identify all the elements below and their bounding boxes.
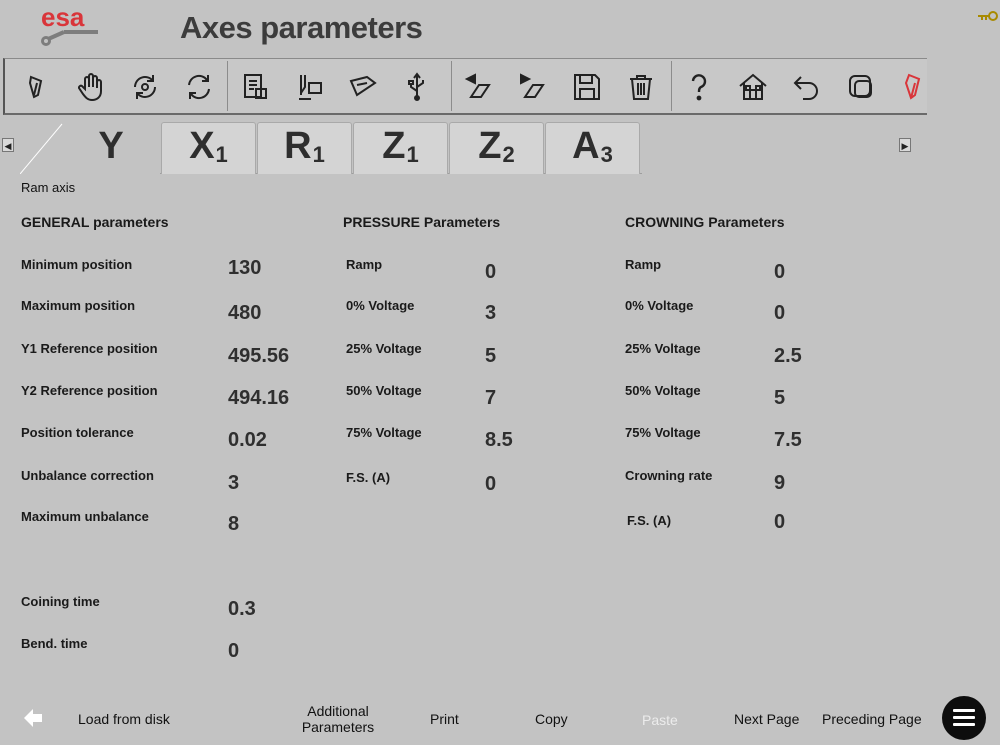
tab-x1[interactable]: X1 <box>161 122 256 174</box>
param-label: 75% Voltage <box>625 425 701 440</box>
param-value[interactable]: 7.5 <box>774 429 802 452</box>
undo-icon[interactable] <box>787 67 827 107</box>
param-value[interactable]: 130 <box>228 257 261 280</box>
back-gauge-left-icon[interactable] <box>459 67 499 107</box>
refresh-icon[interactable] <box>125 67 165 107</box>
param-value[interactable]: 494.16 <box>228 387 289 410</box>
param-value[interactable]: 8.5 <box>485 429 513 452</box>
general-header: GENERAL parameters <box>21 214 169 230</box>
param-label: 75% Voltage <box>346 425 422 440</box>
menu-line <box>953 723 975 726</box>
param-value[interactable]: 495.56 <box>228 345 289 368</box>
machine-load-icon[interactable] <box>289 67 329 107</box>
param-value[interactable]: 7 <box>485 387 496 410</box>
param-label: 0% Voltage <box>625 298 694 313</box>
delete-icon[interactable] <box>621 67 661 107</box>
back-gauge-right-icon[interactable] <box>513 67 553 107</box>
param-label: 25% Voltage <box>346 341 422 356</box>
param-label: Bend. time <box>21 636 88 651</box>
param-value[interactable]: 480 <box>228 302 261 325</box>
param-value[interactable]: 3 <box>485 302 496 325</box>
param-label: 0% Voltage <box>346 298 415 313</box>
main-menu-button[interactable] <box>942 696 986 740</box>
tab-z2[interactable]: Z2 <box>449 122 544 174</box>
param-label: Ramp <box>625 257 662 272</box>
tab-y[interactable]: Y <box>62 122 160 174</box>
page-title: Axes parameters <box>180 10 423 45</box>
rotate-icon[interactable] <box>179 67 219 107</box>
print-button[interactable]: Print <box>430 711 459 727</box>
param-value[interactable]: 0 <box>774 302 785 325</box>
param-label: Minimum position <box>21 257 133 272</box>
tab-a3[interactable]: A3 <box>545 122 640 174</box>
param-value[interactable]: 0 <box>485 473 496 496</box>
crowning-header: CROWNING Parameters <box>625 214 785 230</box>
param-value[interactable]: 0.02 <box>228 429 267 452</box>
param-value[interactable]: 5 <box>485 345 496 368</box>
copy-button[interactable]: Copy <box>535 711 568 727</box>
param-label: Coining time <box>21 594 100 609</box>
hand-icon[interactable] <box>71 67 111 107</box>
back-arrow-icon[interactable] <box>22 707 44 729</box>
tab-z1[interactable]: Z1 <box>353 122 448 174</box>
param-value[interactable]: 2.5 <box>774 345 802 368</box>
param-value[interactable]: 0 <box>774 261 785 284</box>
param-value[interactable]: 0.3 <box>228 598 256 621</box>
param-value[interactable]: 0 <box>228 640 239 663</box>
pointer-icon[interactable] <box>17 67 57 107</box>
toolbar <box>3 58 927 115</box>
param-value[interactable]: 8 <box>228 513 239 536</box>
press-brake-icon[interactable] <box>343 67 383 107</box>
param-label: Maximum unbalance <box>21 509 149 524</box>
tab-scroll-right-button[interactable]: ▶ <box>899 138 911 152</box>
param-label: Y2 Reference position <box>21 383 158 398</box>
param-label: F.S. (A) <box>627 513 672 528</box>
param-value[interactable]: 5 <box>774 387 785 410</box>
tab-scroll-left-button[interactable]: ◀ <box>2 138 14 152</box>
param-value[interactable]: 3 <box>228 472 239 495</box>
paste-button[interactable]: Paste <box>642 712 678 728</box>
save-icon[interactable] <box>567 67 607 107</box>
home-icon[interactable] <box>733 67 773 107</box>
param-label: 50% Voltage <box>346 383 422 398</box>
pen-icon[interactable] <box>893 67 933 107</box>
param-value[interactable]: 0 <box>485 261 496 284</box>
param-value[interactable]: 9 <box>774 472 785 495</box>
axis-tab-bar: ◀ Y X1 R1 Z1 Z2 A3 ▶ <box>0 120 925 174</box>
menu-line <box>953 716 975 719</box>
param-label: 50% Voltage <box>625 383 701 398</box>
document-list-icon[interactable] <box>235 67 275 107</box>
menu-line <box>953 709 975 712</box>
param-label: Unbalance correction <box>21 468 154 483</box>
param-value[interactable]: 0 <box>774 511 785 534</box>
brand-name: esa <box>41 4 85 32</box>
preceding-page-button[interactable]: Preceding Page <box>822 711 922 727</box>
param-label: F.S. (A) <box>346 470 391 485</box>
load-from-disk-button[interactable]: Load from disk <box>78 711 170 727</box>
key-icon <box>978 11 998 21</box>
usb-icon[interactable] <box>397 67 437 107</box>
param-label: Maximum position <box>21 298 136 313</box>
next-page-button[interactable]: Next Page <box>734 711 799 727</box>
esa-logo: esa <box>41 4 98 46</box>
additional-parameters-button[interactable]: Additional Parameters <box>300 703 376 735</box>
section-name: Ram axis <box>21 180 76 195</box>
param-label: Y1 Reference position <box>21 341 158 356</box>
param-label: 25% Voltage <box>625 341 701 356</box>
param-label: Position tolerance <box>21 425 134 440</box>
param-label: Crowning rate <box>625 468 713 483</box>
param-label: Ramp <box>346 257 383 272</box>
copy-window-icon[interactable] <box>841 67 881 107</box>
tab-slant-decoration <box>20 123 64 174</box>
help-icon[interactable] <box>679 67 719 107</box>
pressure-header: PRESSURE Parameters <box>343 214 501 230</box>
tab-r1[interactable]: R1 <box>257 122 352 174</box>
